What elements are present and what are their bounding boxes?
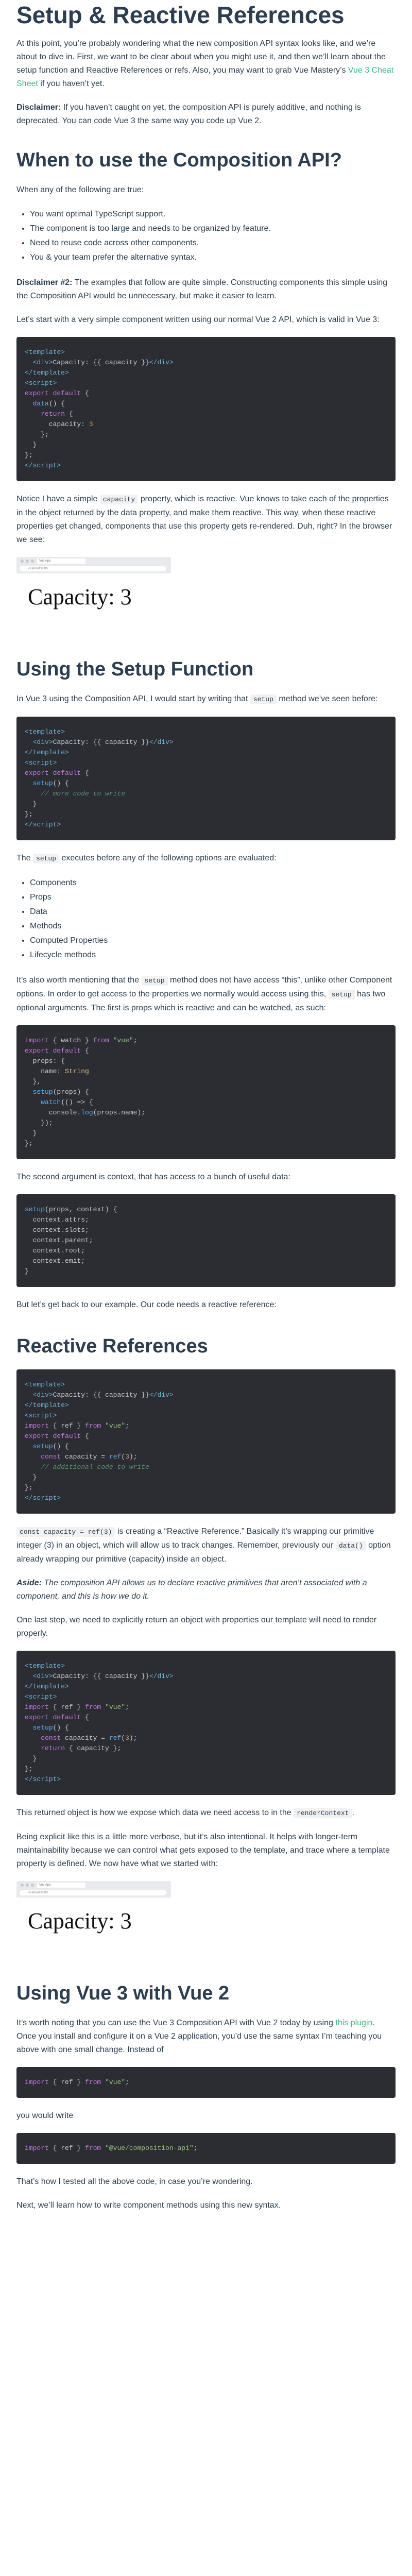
- list-item: You & your team prefer the alternative s…: [30, 250, 396, 265]
- code-block-import-vue: import { ref } from "vue";: [16, 2067, 396, 2098]
- browser-address-bar: localhost:8080: [20, 1890, 166, 1895]
- code-block-setup-method: <template> <div>Capacity: {{ capacity }}…: [16, 717, 396, 840]
- refs-p1: const capacity = ref(3) is creating a “R…: [16, 1527, 391, 1564]
- code-block-import-composition-api: import { ref } from "@vue/composition-ap…: [16, 2133, 396, 2164]
- heading-vue3-with-vue2: Using Vue 3 with Vue 2: [16, 1982, 230, 2004]
- vue2-p2: you would write: [16, 2111, 74, 2120]
- list-item: You want optimal TypeScript support.: [30, 207, 396, 222]
- article: Setup & Reactive References At this poin…: [0, 0, 412, 2243]
- list-item: Props: [30, 890, 396, 905]
- when-list: You want optimal TypeScript support. The…: [16, 207, 396, 265]
- intro-paragraph: At this point, you’re probably wondering…: [16, 39, 394, 88]
- setup-p3: It’s also worth mentioning that the setu…: [16, 976, 392, 1012]
- heading-setup-function: Using the Setup Function: [16, 658, 254, 680]
- setup-p4: The second argument is context, that has…: [16, 1173, 290, 1181]
- code-block-vue2-component: <template> <div>Capacity: {{ capacity }}…: [16, 337, 396, 481]
- heading-reactive-references: Reactive References: [16, 1335, 208, 1357]
- code-block-ref-return: <template> <div>Capacity: {{ capacity }}…: [16, 1651, 396, 1795]
- simple-intro: Let’s start with a very simple component…: [16, 315, 380, 324]
- when-lead: When any of the following are true:: [16, 185, 144, 194]
- page-title: Setup & Reactive References: [16, 2, 345, 28]
- list-item: Components: [30, 876, 396, 890]
- code-block-props-watch: import { watch } from "vue"; export defa…: [16, 1025, 396, 1159]
- vue2-p3: That’s how I tested all the above code, …: [16, 2177, 253, 2186]
- browser-tab: Vue App: [37, 558, 85, 564]
- vue2-p1: It’s worth noting that you can use the V…: [16, 2019, 382, 2054]
- notice-paragraph: Notice I have a simple capacity property…: [16, 495, 392, 544]
- plugin-link[interactable]: this plugin: [335, 2019, 372, 2027]
- refs-p4: Being explicit like this is a little mor…: [16, 1833, 390, 1868]
- setup-p5: But let’s get back to our example. Our c…: [16, 1300, 277, 1309]
- code-block-context: setup(props, context) { context.attrs; c…: [16, 1194, 396, 1287]
- browser-address-bar: localhost:8080: [20, 566, 166, 571]
- vue2-p4: Next, we’ll learn how to write component…: [16, 2201, 281, 2210]
- list-item: Lifecycle methods: [30, 948, 396, 962]
- setup-p1: In Vue 3 using the Composition API, I wo…: [16, 694, 378, 704]
- list-item: Computed Properties: [30, 934, 396, 948]
- list-item: The component is too large and needs to …: [30, 222, 396, 236]
- code-block-ref: <template> <div>Capacity: {{ capacity }}…: [16, 1369, 396, 1514]
- disclaimer-paragraph: Disclaimer: If you haven’t caught on yet…: [16, 103, 361, 125]
- browser-output-2: Vue App localhost:8080 Capacity: 3: [16, 1881, 396, 1948]
- heading-when-to-use: When to use the Composition API?: [16, 149, 342, 171]
- browser-chrome: Vue App localhost:8080: [16, 1881, 171, 1897]
- aside-paragraph: Aside: The composition API allows us to …: [16, 1579, 367, 1601]
- rendered-capacity: Capacity: 3: [28, 584, 132, 609]
- rendered-capacity: Capacity: 3: [28, 1908, 132, 1934]
- list-item: Methods: [30, 919, 396, 934]
- refs-p3: This returned object is how we expose wh…: [16, 1808, 354, 1818]
- refs-p2: One last step, we need to explicitly ret…: [16, 1616, 377, 1638]
- list-item: Data: [30, 905, 396, 919]
- disclaimer2-paragraph: Disclaimer #2: The examples that follow …: [16, 278, 388, 300]
- setup-p2: The setup executes before any of the fol…: [16, 854, 277, 863]
- browser-chrome: Vue App localhost:8080: [16, 557, 171, 573]
- list-item: Need to reuse code across other componen…: [30, 236, 396, 250]
- browser-tab: Vue App: [37, 1883, 85, 1888]
- setup-options-list: Components Props Data Methods Computed P…: [16, 876, 396, 962]
- browser-output-1: Vue App localhost:8080 Capacity: 3: [16, 557, 396, 624]
